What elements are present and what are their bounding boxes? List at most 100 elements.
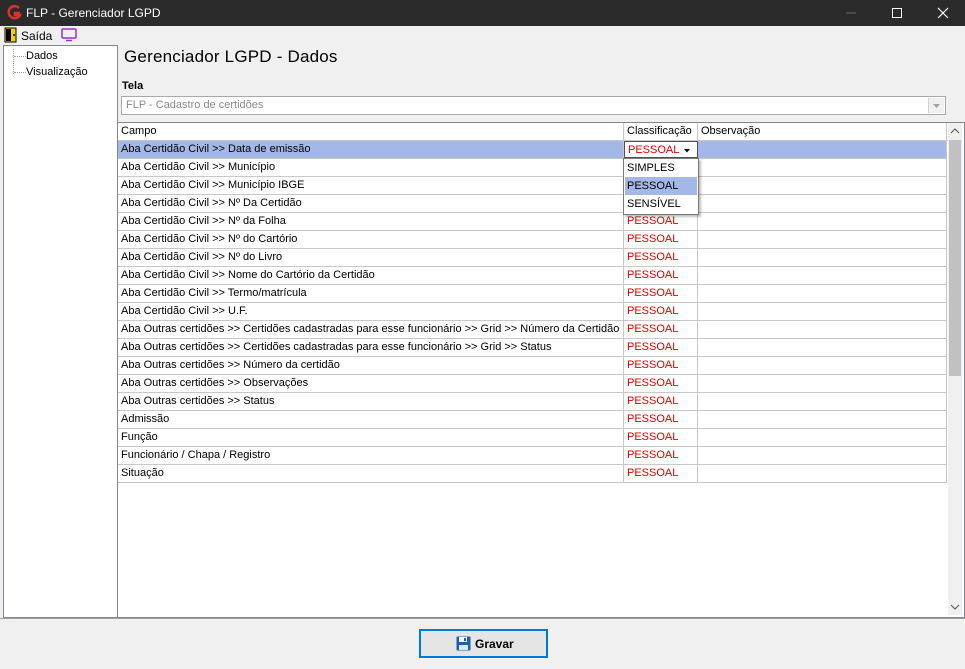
cell-campo: Aba Outras certidões >> Número da certid… xyxy=(118,357,624,374)
cell-classificacao[interactable]: PESSOAL xyxy=(624,393,698,410)
cell-classificacao-text: PESSOAL xyxy=(627,215,679,227)
dropdown-option-pessoal[interactable]: PESSOAL xyxy=(625,177,697,195)
page-title: Gerenciador LGPD - Dados xyxy=(124,47,338,66)
table-row[interactable]: Aba Certidão Civil >> Município xyxy=(118,159,947,177)
table-row[interactable]: Aba Outras certidões >> Status PESSOAL xyxy=(118,393,947,411)
cell-observacao[interactable] xyxy=(698,141,947,158)
cell-classificacao[interactable]: PESSOAL xyxy=(624,357,698,374)
column-header-observacao[interactable]: Observação xyxy=(698,123,947,140)
exit-label: Saída xyxy=(21,29,53,43)
table-row[interactable]: Aba Certidão Civil >> Data de emissão PES… xyxy=(118,141,947,159)
cell-observacao[interactable] xyxy=(698,159,947,176)
cell-classificacao-text: PESSOAL xyxy=(627,305,679,317)
cell-observacao[interactable] xyxy=(698,447,947,464)
cell-classificacao[interactable]: PESSOAL xyxy=(624,339,698,356)
cell-classificacao[interactable]: PESSOAL xyxy=(624,231,698,248)
cell-observacao[interactable] xyxy=(698,375,947,392)
grid-vertical-scrollbar[interactable] xyxy=(948,123,962,615)
column-header-classificacao[interactable]: Classificação xyxy=(624,123,698,140)
cell-campo: Aba Certidão Civil >> Data de emissão xyxy=(118,141,624,158)
table-row[interactable]: Aba Outras certidões >> Certidões cadast… xyxy=(118,339,947,357)
tree-connector xyxy=(13,49,15,74)
tela-select[interactable]: FLP - Cadastro de certidões xyxy=(121,96,946,115)
minimize-button[interactable] xyxy=(828,0,874,26)
save-button[interactable]: Gravar xyxy=(419,629,548,658)
cell-classificacao[interactable]: PESSOAL xyxy=(624,429,698,446)
cell-classificacao[interactable]: PESSOAL xyxy=(624,285,698,302)
maximize-button[interactable] xyxy=(874,0,920,26)
cell-observacao[interactable] xyxy=(698,195,947,212)
monitor-icon[interactable] xyxy=(61,28,77,42)
cell-classificacao[interactable]: PESSOAL xyxy=(624,321,698,338)
table-row[interactable]: Aba Certidão Civil >> Município IBGE xyxy=(118,177,947,195)
cell-classificacao-text: PESSOAL xyxy=(627,413,679,425)
cell-classificacao-text: PESSOAL xyxy=(627,395,679,407)
cell-campo: Admissão xyxy=(118,411,624,428)
close-button[interactable] xyxy=(920,0,965,26)
cell-campo: Funcionário / Chapa / Registro xyxy=(118,447,624,464)
table-row[interactable]: Aba Certidão Civil >> U.F. PESSOAL xyxy=(118,303,947,321)
tela-select-arrow[interactable] xyxy=(928,98,944,113)
navigation-tree: Dados Visualização xyxy=(3,45,118,618)
tela-select-value: FLP - Cadastro de certidões xyxy=(126,99,264,111)
scroll-down-icon[interactable] xyxy=(948,599,962,615)
window-title: FLP - Gerenciador LGPD xyxy=(26,6,161,20)
table-row[interactable]: Admissão PESSOAL xyxy=(118,411,947,429)
cell-observacao[interactable] xyxy=(698,465,947,482)
cell-observacao[interactable] xyxy=(698,177,947,194)
app-logo-icon xyxy=(7,5,22,20)
cell-classificacao[interactable]: PESSOAL xyxy=(624,375,698,392)
cell-classificacao-text: PESSOAL xyxy=(627,449,679,461)
scrollbar-thumb[interactable] xyxy=(949,140,961,376)
footer-divider xyxy=(0,618,965,619)
cell-classificacao[interactable]: PESSOAL xyxy=(624,249,698,266)
table-row[interactable]: Aba Outras certidões >> Número da certid… xyxy=(118,357,947,375)
table-row[interactable]: Aba Outras certidões >> Observações PESSO… xyxy=(118,375,947,393)
cell-observacao[interactable] xyxy=(698,303,947,320)
table-row[interactable]: Funcionário / Chapa / Registro PESSOAL xyxy=(118,447,947,465)
cell-classificacao-text: PESSOAL xyxy=(627,233,679,245)
cell-observacao[interactable] xyxy=(698,267,947,284)
dropdown-option-simples[interactable]: SIMPLES xyxy=(625,159,697,177)
maximize-icon xyxy=(892,8,902,18)
cell-classificacao-text: PESSOAL xyxy=(627,467,679,479)
scroll-up-icon[interactable] xyxy=(948,123,962,139)
tree-item-dados[interactable]: Dados xyxy=(26,50,58,62)
table-row[interactable]: Aba Certidão Civil >> Nome do Cartório d… xyxy=(118,267,947,285)
classification-combo[interactable]: PESSOAL xyxy=(624,141,698,158)
cell-observacao[interactable] xyxy=(698,411,947,428)
cell-classificacao[interactable]: PESSOAL xyxy=(624,465,698,482)
cell-observacao[interactable] xyxy=(698,213,947,230)
tree-item-visualizacao[interactable]: Visualização xyxy=(26,66,88,78)
cell-observacao[interactable] xyxy=(698,249,947,266)
column-header-campo[interactable]: Campo xyxy=(118,123,624,140)
table-row[interactable]: Aba Certidão Civil >> Nº Da Certidão xyxy=(118,195,947,213)
dropdown-option-sensivel[interactable]: SENSÍVEL xyxy=(625,195,697,213)
toolbar: Saída xyxy=(0,26,965,44)
cell-observacao[interactable] xyxy=(698,285,947,302)
cell-observacao[interactable] xyxy=(698,393,947,410)
classification-dropdown-list: SIMPLES PESSOAL SENSÍVEL xyxy=(623,158,699,215)
table-row[interactable]: Aba Outras certidões >> Certidões cadast… xyxy=(118,321,947,339)
table-row[interactable]: Aba Certidão Civil >> Nº do Livro PESSOAL xyxy=(118,249,947,267)
table-row[interactable]: Função PESSOAL xyxy=(118,429,947,447)
cell-classificacao[interactable]: PESSOAL xyxy=(624,213,698,230)
table-row[interactable]: Aba Certidão Civil >> Termo/matrícula PES… xyxy=(118,285,947,303)
cell-classificacao[interactable]: PESSOAL xyxy=(624,303,698,320)
table-row[interactable]: Aba Certidão Civil >> Nº da Folha PESSOAL xyxy=(118,213,947,231)
cell-campo: Aba Certidão Civil >> Termo/matrícula xyxy=(118,285,624,302)
cell-classificacao[interactable]: PESSOAL xyxy=(624,447,698,464)
table-row[interactable]: Aba Certidão Civil >> Nº do Cartório PESS… xyxy=(118,231,947,249)
fields-grid: Campo Classificação Observação Aba Certi… xyxy=(117,122,965,618)
cell-observacao[interactable] xyxy=(698,357,947,374)
chevron-down-icon[interactable] xyxy=(679,144,695,157)
table-row[interactable]: Situação PESSOAL xyxy=(118,465,947,483)
cell-observacao[interactable] xyxy=(698,339,947,356)
cell-classificacao-text: PESSOAL xyxy=(627,269,679,281)
cell-classificacao[interactable]: PESSOAL xyxy=(624,267,698,284)
title-bar: FLP - Gerenciador LGPD xyxy=(0,0,965,26)
cell-classificacao[interactable]: PESSOAL xyxy=(624,411,698,428)
cell-observacao[interactable] xyxy=(698,321,947,338)
cell-observacao[interactable] xyxy=(698,231,947,248)
cell-observacao[interactable] xyxy=(698,429,947,446)
